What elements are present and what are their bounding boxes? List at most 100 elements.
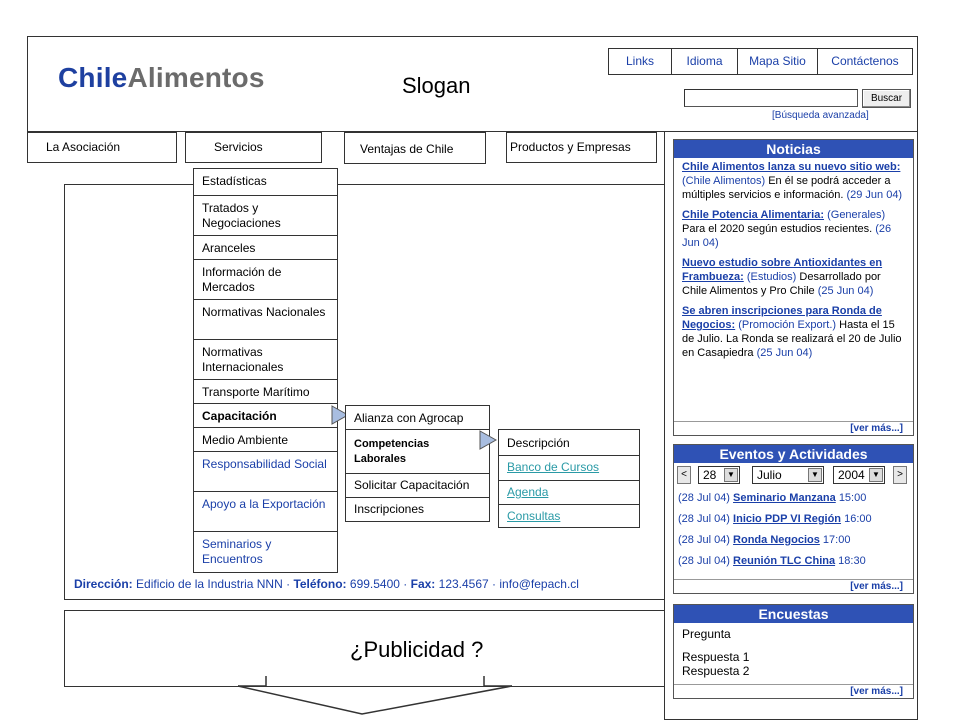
top-link-contact[interactable]: Contáctenos bbox=[818, 49, 912, 74]
events-panel: Eventos y Actividades < 28 ▼ Julio ▼ 200… bbox=[673, 444, 914, 594]
event-name[interactable]: Ronda Negocios bbox=[733, 534, 820, 546]
day-select[interactable]: 28 ▼ bbox=[698, 466, 740, 484]
competencias-submenu: Descripción Banco de Cursos Agenda Consu… bbox=[498, 429, 640, 528]
events-title: Eventos y Actividades bbox=[674, 445, 913, 463]
fax: 123.4567 bbox=[438, 577, 489, 591]
events-more-link[interactable]: [ver más...] bbox=[674, 579, 913, 593]
search-button[interactable]: Buscar bbox=[862, 89, 911, 108]
tab-servicios[interactable]: Servicios bbox=[185, 132, 322, 163]
next-date-button[interactable]: > bbox=[893, 466, 907, 484]
news-item-category: (Promoción Export.) bbox=[738, 319, 837, 331]
news-item-category: (Chile Alimentos) bbox=[682, 175, 766, 187]
event-row: (28 Jul 04) Inicio PDP VI Región 16:00 bbox=[678, 508, 909, 529]
event-date: (28 Jul 04) bbox=[678, 492, 730, 504]
event-row: (28 Jul 04) Ronda Negocios 17:00 bbox=[678, 529, 909, 550]
menu-item-medio-ambiente[interactable]: Medio Ambiente bbox=[194, 428, 337, 452]
event-name[interactable]: Inicio PDP VI Región bbox=[733, 513, 841, 525]
ad-text: ¿Publicidad ? bbox=[350, 637, 484, 662]
tab-ventajas-de-chile[interactable]: Ventajas de Chile bbox=[344, 132, 486, 164]
site-logo[interactable]: ChileAlimentos bbox=[58, 62, 265, 94]
advanced-search-link[interactable]: [Búsqueda avanzada] bbox=[772, 110, 869, 121]
top-link-idioma[interactable]: Idioma bbox=[672, 49, 738, 74]
news-item: Nuevo estudio sobre Antioxidantes en Fra… bbox=[682, 256, 905, 298]
menu-item-normativas-internacionales[interactable]: Normativas Internacionales bbox=[194, 340, 337, 380]
submenu-item-solicitar[interactable]: Solicitar Capacitación bbox=[346, 474, 489, 498]
news-item: Se abren inscripciones para Ronda de Neg… bbox=[682, 304, 905, 360]
news-item-category: (Generales) bbox=[827, 209, 886, 221]
menu-item-seminarios[interactable]: Seminarios y Encuentros bbox=[194, 532, 337, 572]
year-select[interactable]: 2004 ▼ bbox=[833, 466, 885, 484]
chevron-down-icon: ▼ bbox=[724, 468, 738, 482]
survey-answer[interactable]: Respuesta 1 bbox=[674, 641, 913, 664]
year-value: 2004 bbox=[838, 468, 865, 482]
prev-date-button[interactable]: < bbox=[677, 466, 691, 484]
month-value: Julio bbox=[757, 468, 782, 482]
submenu-item-banco-cursos[interactable]: Banco de Cursos bbox=[499, 456, 639, 481]
menu-item-normativas-nacionales[interactable]: Normativas Nacionales bbox=[194, 300, 337, 340]
news-item-category: (Estudios) bbox=[746, 271, 797, 283]
slogan: Slogan bbox=[402, 73, 471, 98]
survey-more-link[interactable]: [ver más...] bbox=[674, 684, 913, 698]
event-name[interactable]: Seminario Manzana bbox=[733, 492, 836, 504]
top-link-links[interactable]: Links bbox=[609, 49, 672, 74]
submenu-item-competencias[interactable]: Competencias Laborales bbox=[346, 430, 489, 474]
news-title: Noticias bbox=[674, 140, 913, 158]
submenu-item-consultas[interactable]: Consultas bbox=[499, 505, 639, 527]
address: Edificio de la Industria NNN bbox=[136, 577, 283, 591]
event-date: (28 Jul 04) bbox=[678, 555, 730, 567]
event-time: 16:00 bbox=[844, 513, 872, 525]
top-links: Links Idioma Mapa Sitio Contáctenos bbox=[608, 48, 913, 75]
menu-item-transporte-maritimo[interactable]: Transporte Marítimo bbox=[194, 380, 337, 404]
menu-item-tratados[interactable]: Tratados y Negociaciones bbox=[194, 196, 337, 236]
services-menu: Estadísticas Tratados y Negociaciones Ar… bbox=[193, 168, 338, 573]
submenu-item-inscripciones[interactable]: Inscripciones bbox=[346, 498, 489, 521]
email-link[interactable]: info@fepach.cl bbox=[499, 577, 579, 591]
event-time: 15:00 bbox=[838, 492, 867, 504]
tab-label: Productos y Empresas bbox=[510, 140, 631, 154]
menu-item-aranceles[interactable]: Aranceles bbox=[194, 236, 337, 260]
day-value: 28 bbox=[703, 468, 717, 482]
menu-item-estadisticas[interactable]: Estadísticas bbox=[194, 169, 337, 196]
news-item-date: (25 Jun 04) bbox=[817, 285, 874, 297]
news-item-title[interactable]: Chile Alimentos lanza su nuevo sitio web… bbox=[682, 161, 900, 173]
event-date: (28 Jul 04) bbox=[678, 513, 730, 525]
news-panel: Noticias Chile Alimentos lanza su nuevo … bbox=[673, 139, 914, 436]
fax-label: Fax: bbox=[410, 577, 436, 591]
phone: 699.5400 bbox=[349, 577, 400, 591]
address-label: Dirección: bbox=[74, 577, 133, 591]
month-select[interactable]: Julio ▼ bbox=[752, 466, 824, 484]
capacitacion-submenu: Alianza con Agrocap Competencias Laboral… bbox=[345, 405, 490, 522]
event-time: 18:30 bbox=[838, 555, 866, 567]
top-link-site-map[interactable]: Mapa Sitio bbox=[738, 49, 818, 74]
search-input[interactable] bbox=[684, 89, 858, 107]
news-item: Chile Alimentos lanza su nuevo sitio web… bbox=[682, 160, 905, 202]
tab-label: Ventajas de Chile bbox=[360, 142, 454, 156]
submenu-item-alianza[interactable]: Alianza con Agrocap bbox=[346, 406, 489, 430]
submenu-arrow-icon bbox=[479, 430, 497, 450]
event-row: (28 Jul 04) Seminario Manzana 15:00 bbox=[678, 487, 909, 508]
menu-item-capacitacion[interactable]: Capacitación bbox=[194, 404, 337, 428]
event-name[interactable]: Reunión TLC China bbox=[733, 555, 835, 567]
tab-productos-y-empresas[interactable]: Productos y Empresas bbox=[506, 132, 657, 163]
event-date: (28 Jul 04) bbox=[678, 534, 730, 546]
logo-part-1: Chile bbox=[58, 62, 128, 93]
down-arrow-icon bbox=[237, 676, 513, 715]
news-list: Chile Alimentos lanza su nuevo sitio web… bbox=[674, 158, 913, 368]
event-time: 17:00 bbox=[822, 534, 851, 546]
submenu-item-agenda[interactable]: Agenda bbox=[499, 481, 639, 505]
news-item-date: (29 Jun 04) bbox=[846, 189, 903, 201]
chevron-down-icon: ▼ bbox=[808, 468, 822, 482]
news-more-link[interactable]: [ver más...] bbox=[674, 421, 913, 435]
tab-label: Servicios bbox=[214, 140, 263, 154]
menu-item-apoyo-exportacion[interactable]: Apoyo a la Exportación bbox=[194, 492, 337, 532]
main-content-frame bbox=[64, 184, 665, 600]
menu-item-responsabilidad-social[interactable]: Responsabilidad Social bbox=[194, 452, 337, 492]
news-item-date: (25 Jun 04) bbox=[756, 347, 813, 359]
survey-answer[interactable]: Respuesta 2 bbox=[674, 664, 913, 678]
news-item-title[interactable]: Chile Potencia Alimentaria: bbox=[682, 209, 824, 221]
survey-title: Encuestas bbox=[674, 605, 913, 623]
tab-la-asociacion[interactable]: La Asociación bbox=[27, 132, 177, 163]
submenu-item-descripcion[interactable]: Descripción bbox=[499, 430, 639, 456]
menu-item-informacion-mercados[interactable]: Información de Mercados bbox=[194, 260, 337, 300]
news-item: Chile Potencia Alimentaria: (Generales) … bbox=[682, 208, 905, 250]
